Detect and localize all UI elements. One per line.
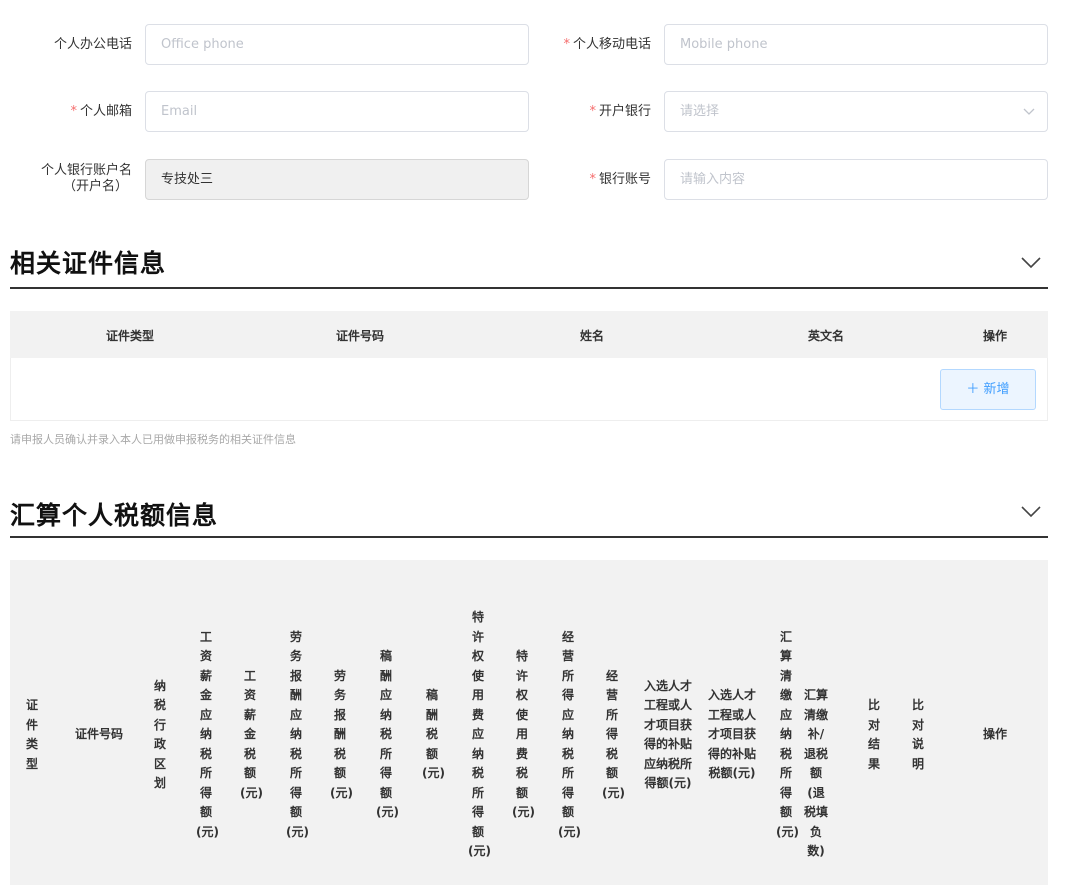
col-cert-type: 证件类型 [105,329,154,343]
mobile-phone-input[interactable]: Mobile phone [664,24,1048,65]
tax-col-17: 比对结果 [867,698,880,771]
tax-col-14: 入选人才 工程或人 才项目获 得的补贴 税额(元) [707,688,756,781]
col-english-name: 英文名 [807,329,844,343]
office-phone-input[interactable]: Office phone [145,24,529,65]
email-input[interactable]: Email [145,91,529,132]
email-label: * 个人邮箱 [70,104,132,119]
account-no-input[interactable]: 请输入内容 [664,159,1048,200]
tax-col-3: 工资薪金应纳税所得额 (元) [196,629,219,839]
tax-col-15: 汇算清缴应纳税所得额 (元) [776,629,799,839]
chevron-down-icon[interactable] [1020,505,1042,519]
account-name-label: 个人银行账户名 （开户名） [40,163,132,194]
office-phone-label: 个人办公电话 [53,37,132,52]
form-row-email-bank: * 个人邮箱 Email * 开户银行 请选择 [0,91,1080,133]
account-name-input[interactable]: 专技处三 [145,159,529,200]
form-row-phones: 个人办公电话 Office phone * 个人移动电话 Mobile phone [0,24,1080,66]
form-row-account: 个人银行账户名 （开户名） 专技处三 * 银行账号 请输入内容 [0,159,1080,201]
col-actions: 操作 [982,329,1007,343]
add-button[interactable]: ＋ 新增 [940,369,1036,410]
col-name: 姓名 [579,329,604,343]
tax-col-16: 汇算 清缴 补/退税 额(退税填负数) [804,688,829,859]
cert-hint-text: 请申报人员确认并录入本人已用做申报税务的相关证件信息 [10,433,296,446]
chevron-down-icon[interactable] [1020,256,1042,270]
col-cert-number: 证件号码 [335,329,384,343]
tax-section-divider [10,536,1048,538]
bank-label: * 开户银行 [589,104,651,119]
cert-table-header: 证件类型 证件号码 姓名 英文名 操作 [10,311,1048,358]
cert-section-divider [10,287,1048,289]
chevron-down-icon [1023,92,1035,131]
tax-col-10: 特许权使用费税额 (元) [512,649,535,820]
tax-col-6: 劳务报酬税额 (元) [330,668,353,800]
account-no-label: * 银行账号 [589,172,651,187]
bank-select[interactable]: 请选择 [664,91,1048,132]
cert-table-body: ＋ 新增 [10,358,1048,421]
tax-col-19: 操作 [982,727,1007,742]
tax-col-18: 比对说明 [911,698,924,771]
tax-col-2: 纳税行政区划 [153,678,166,791]
tax-col-1: 证件号码 [74,727,123,742]
tax-col-13: 入选人才 工程或人 才项目获 得的补贴 应纳税所 得额(元) [643,678,692,791]
tax-table-header: 证件类型 证件号码 纳税行政区划 工资薪金应纳税所得额 (元) 工资薪金税额 (元) 劳务报酬… [10,560,1048,885]
tax-col-11: 经营所得应纳税所得额 (元) [558,629,581,839]
cert-section-title: 相关证件信息 [10,249,167,278]
tax-col-4: 工资薪金税额 (元) [240,668,263,800]
mobile-phone-label: * 个人移动电话 [563,37,651,52]
tax-col-7: 稿酬应纳税所得额 (元) [376,649,399,820]
tax-col-9: 特许权使用费应纳税所得额 (元) [468,610,491,859]
tax-col-8: 稿酬税额 (元) [422,688,445,781]
tax-section-title: 汇算个人税额信息 [10,501,219,530]
tax-col-0: 证件类型 [25,698,38,771]
tax-col-5: 劳务报酬应纳税所得额 (元) [286,629,309,839]
tax-col-12: 经营所得税额 (元) [602,668,625,800]
